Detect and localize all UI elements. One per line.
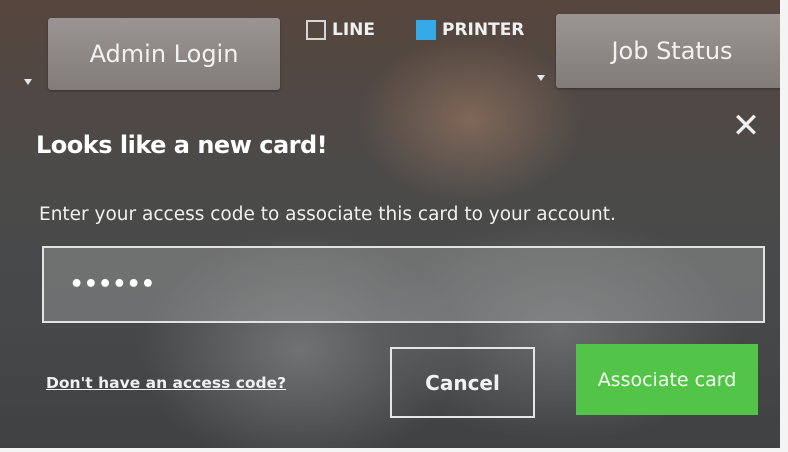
access-code-input[interactable]: •••••• (42, 246, 765, 323)
line-checkbox[interactable] (306, 20, 326, 40)
cancel-button-label: Cancel (425, 370, 500, 395)
associate-card-label: Associate card (597, 368, 737, 391)
printer-toggle[interactable]: PRINTER (416, 20, 524, 40)
dropdown-arrow-icon[interactable] (24, 79, 32, 85)
dialog-title: Looks like a new card! (36, 131, 328, 159)
job-status-label: Job Status (611, 37, 733, 65)
cancel-button[interactable]: Cancel (390, 347, 535, 418)
close-icon[interactable]: ✕ (730, 109, 762, 143)
photo-border (780, 0, 788, 452)
dialog-instructions: Enter your access code to associate this… (39, 204, 616, 225)
printer-toggle-label: PRINTER (442, 20, 525, 40)
no-access-code-link[interactable]: Don't have an access code? (46, 374, 286, 392)
admin-login-button[interactable]: Admin Login (48, 18, 280, 90)
dropdown-arrow-icon[interactable] (537, 75, 545, 81)
admin-login-label: Admin Login (89, 40, 239, 68)
photo-border (0, 448, 788, 452)
kiosk-screen: Admin Login LINE PRINTER Job Status ✕ Lo… (0, 0, 788, 452)
associate-card-button[interactable]: Associate card (576, 344, 758, 415)
line-toggle[interactable]: LINE (306, 20, 375, 40)
job-status-button[interactable]: Job Status (556, 14, 788, 88)
line-toggle-label: LINE (332, 20, 375, 40)
printer-checkbox[interactable] (416, 20, 436, 40)
